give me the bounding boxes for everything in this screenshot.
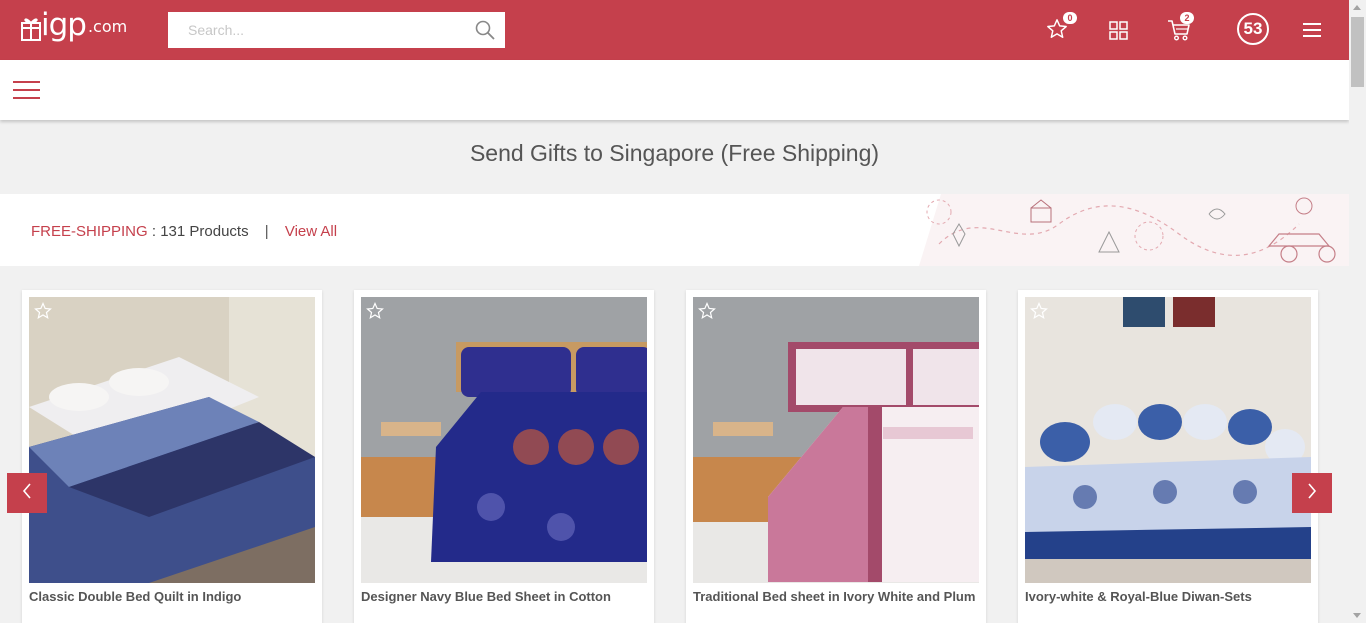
gift-icon	[19, 14, 43, 41]
wishlist-star-icon[interactable]	[698, 302, 716, 325]
star-icon	[1046, 19, 1068, 44]
view-all-link[interactable]: View All	[285, 223, 337, 240]
chevron-right-icon	[1307, 482, 1317, 504]
logo-suffix: .com	[87, 17, 128, 36]
carousel-prev-button[interactable]	[7, 473, 47, 513]
secondary-nav	[0, 60, 1349, 120]
decorative-illustration	[919, 194, 1349, 266]
top-header: igp .com 0	[0, 0, 1349, 60]
hamburger-icon	[1303, 23, 1321, 41]
page-scrollbar[interactable]	[1349, 0, 1366, 623]
product-title[interactable]: Ivory-white & Royal-Blue Diwan-Sets	[1025, 589, 1311, 605]
product-image[interactable]	[693, 297, 979, 583]
product-card[interactable]: Ivory-white & Royal-Blue Diwan-Sets	[1018, 290, 1318, 623]
product-title[interactable]: Classic Double Bed Quilt in Indigo	[29, 589, 315, 605]
grid-icon	[1109, 21, 1128, 44]
product-image[interactable]	[29, 297, 315, 583]
separator: |	[264, 223, 269, 240]
cart-button[interactable]: 2	[1167, 12, 1194, 46]
wishlist-star-icon[interactable]	[366, 302, 384, 325]
product-title[interactable]: Traditional Bed sheet in Ivory White and…	[693, 589, 979, 605]
wishlist-count-badge: 0	[1063, 12, 1077, 24]
free-shipping-label: FREE-SHIPPING	[31, 223, 148, 240]
product-image[interactable]	[1025, 297, 1311, 583]
page-title: Send Gifts to Singapore (Free Shipping)	[469, 140, 880, 166]
product-count: : 131 Products	[151, 223, 249, 240]
scrollbar-thumb[interactable]	[1351, 17, 1364, 87]
site-logo[interactable]: igp .com	[19, 7, 128, 43]
carousel-next-button[interactable]	[1292, 473, 1332, 513]
product-image[interactable]	[361, 297, 647, 583]
product-count-line: FREE-SHIPPING : 131 Products | View All	[31, 223, 337, 240]
cart-count-badge: 2	[1180, 12, 1194, 24]
profile-avatar[interactable]: 53	[1237, 13, 1269, 45]
product-card[interactable]: Traditional Bed sheet in Ivory White and…	[686, 290, 986, 623]
free-shipping-strip: FREE-SHIPPING : 131 Products | View All	[0, 194, 1349, 266]
product-card[interactable]: Designer Navy Blue Bed Sheet in Cotton	[354, 290, 654, 623]
wishlist-star-icon[interactable]	[34, 302, 52, 325]
search-icon[interactable]	[475, 20, 495, 45]
search-input[interactable]	[168, 12, 458, 48]
wishlist-button[interactable]: 0	[1046, 12, 1077, 45]
scroll-up-arrow-icon[interactable]	[1353, 5, 1361, 10]
category-menu-toggle[interactable]	[13, 81, 40, 100]
product-card[interactable]: Classic Double Bed Quilt in Indigo	[22, 290, 322, 623]
categories-button[interactable]	[1109, 21, 1128, 45]
logo-text: igp	[41, 7, 87, 43]
main-menu-button[interactable]	[1303, 23, 1321, 42]
scroll-down-arrow-icon[interactable]	[1353, 613, 1361, 618]
cart-icon	[1167, 20, 1191, 45]
wishlist-star-icon[interactable]	[1030, 302, 1048, 325]
product-title[interactable]: Designer Navy Blue Bed Sheet in Cotton	[361, 589, 647, 605]
chevron-left-icon	[22, 482, 32, 504]
search-bar	[168, 12, 505, 48]
